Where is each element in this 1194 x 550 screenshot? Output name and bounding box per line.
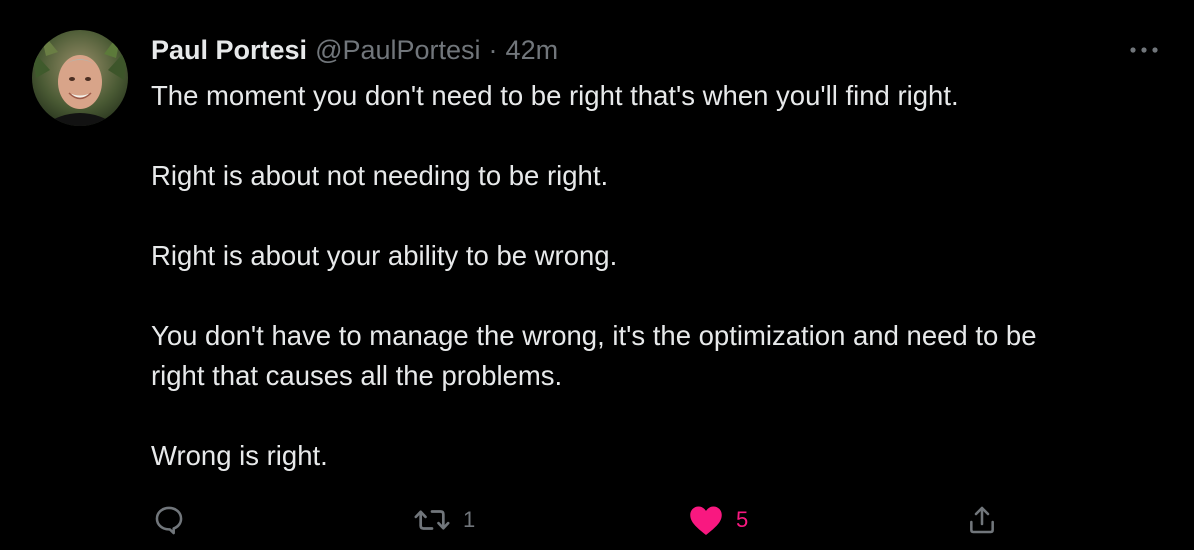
display-name[interactable]: Paul Portesi	[151, 35, 307, 66]
share-icon	[970, 506, 994, 534]
avatar[interactable]	[32, 30, 128, 126]
heart-icon	[690, 506, 722, 535]
share-button[interactable]	[966, 498, 998, 542]
more-button[interactable]	[1124, 34, 1164, 66]
reply-button[interactable]	[152, 498, 186, 542]
timestamp[interactable]: 42m	[506, 35, 559, 66]
retweet-count: 1	[463, 507, 476, 532]
user-handle[interactable]: @PaulPortesi	[315, 35, 480, 66]
more-icon	[1130, 47, 1158, 53]
tweet-paragraph: The moment you don't need to be right th…	[151, 80, 959, 111]
retweet-button[interactable]: 1	[413, 498, 475, 542]
retweet-icon	[414, 510, 450, 530]
tweet-paragraph: Right is about not needing to be right.	[151, 160, 609, 191]
tweet-text: The moment you don't need to be right th…	[151, 76, 1161, 476]
reply-icon	[155, 506, 183, 535]
tweet-paragraph: You don't have to manage the wrong, it's…	[151, 320, 1037, 391]
tweet-header: Paul Portesi @PaulPortesi · 42m	[151, 32, 558, 68]
tweet-actions: 1 5	[0, 498, 1194, 542]
separator-dot: ·	[488, 34, 498, 65]
like-button[interactable]: 5	[688, 498, 748, 542]
tweet[interactable]: Paul Portesi @PaulPortesi · 42m The mome…	[0, 0, 1194, 550]
tweet-paragraph: Right is about your ability to be wrong.	[151, 240, 618, 271]
like-count: 5	[736, 507, 749, 532]
tweet-paragraph: Wrong is right.	[151, 440, 328, 471]
